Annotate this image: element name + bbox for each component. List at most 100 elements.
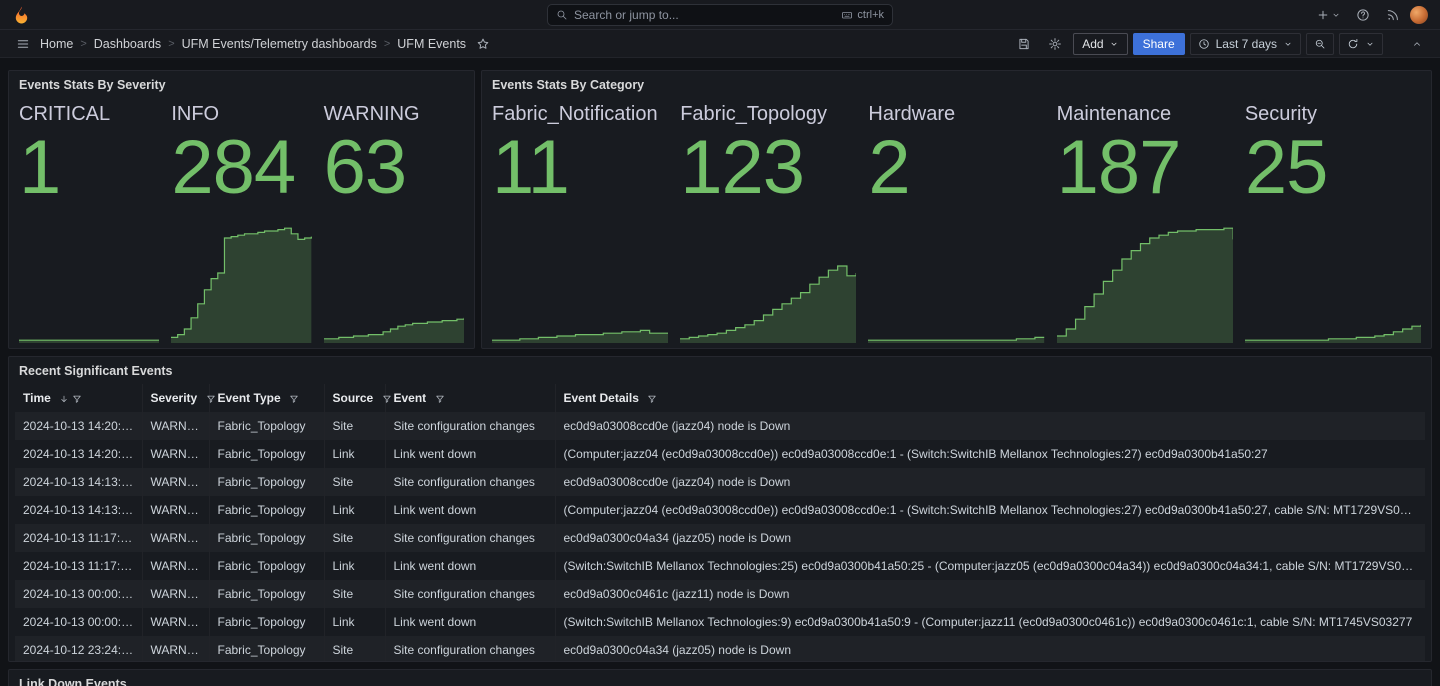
stat-label: Maintenance <box>1057 103 1233 126</box>
column-header-event-details[interactable]: Event Details <box>555 384 1425 412</box>
breadcrumb-home[interactable]: Home <box>40 37 73 51</box>
filter-icon[interactable] <box>647 394 657 404</box>
column-header-severity[interactable]: Severity <box>142 384 209 412</box>
stat-sparkline <box>1245 203 1421 343</box>
user-avatar[interactable] <box>1410 6 1428 24</box>
table-header-row: Time Severity Event Type <box>15 384 1425 412</box>
panel-title[interactable]: Link Down Events <box>9 670 137 686</box>
breadcrumb-current[interactable]: UFM Events <box>397 37 466 51</box>
cell-severity: WARNING <box>142 580 209 608</box>
severity-stats: CRITICAL 1 INFO 284 WARNING 63 <box>9 96 474 347</box>
search-shortcut: ctrl+k <box>841 9 884 21</box>
breadcrumb-separator: > <box>168 38 174 50</box>
collapse-toolbar-button[interactable] <box>1404 32 1430 56</box>
breadcrumb-separator: > <box>80 38 86 50</box>
refresh-button[interactable] <box>1339 33 1383 55</box>
cell-source: Link <box>324 552 385 580</box>
cell-time: 2024-10-13 00:00:32 <box>15 608 142 636</box>
cell-severity: WARNING <box>142 608 209 636</box>
cell-time: 2024-10-13 11:17:39 <box>15 524 142 552</box>
table-row[interactable]: 2024-10-13 14:13:42 WARNING Fabric_Topol… <box>15 468 1425 496</box>
cell-event-type: Fabric_Topology <box>209 608 324 636</box>
chevron-down-icon <box>1331 10 1341 20</box>
stat-label: CRITICAL <box>19 103 159 126</box>
table-row[interactable]: 2024-10-13 14:20:42 WARNING Fabric_Topol… <box>15 440 1425 468</box>
dashboard-settings-button[interactable] <box>1042 32 1068 56</box>
hamburger-icon <box>16 37 30 51</box>
mega-menu-button[interactable] <box>10 32 36 56</box>
gear-icon <box>1048 37 1062 51</box>
column-header-time[interactable]: Time <box>15 384 142 412</box>
zoom-out-time-button[interactable] <box>1306 33 1334 55</box>
grafana-flame-icon <box>12 5 31 24</box>
column-header-event-type[interactable]: Event Type <box>209 384 324 412</box>
column-header-event[interactable]: Event <box>385 384 555 412</box>
events-table-body: 2024-10-13 14:20:42 WARNING Fabric_Topol… <box>15 412 1425 662</box>
favorite-dashboard-button[interactable] <box>470 32 496 56</box>
time-range-picker[interactable]: Last 7 days <box>1190 33 1301 55</box>
cell-event: Link went down <box>385 552 555 580</box>
share-button[interactable]: Share <box>1133 33 1185 55</box>
column-header-source[interactable]: Source <box>324 384 385 412</box>
table-row[interactable]: 2024-10-12 23:24:32 WARNING Fabric_Topol… <box>15 636 1425 662</box>
new-menu-button[interactable] <box>1310 3 1346 27</box>
table-row[interactable]: 2024-10-13 00:00:32 WARNING Fabric_Topol… <box>15 580 1425 608</box>
cell-severity: WARNING <box>142 636 209 662</box>
cell-event-details: ec0d9a0300c04a34 (jazz05) node is Down <box>555 524 1425 552</box>
search-field[interactable] <box>574 8 835 22</box>
add-button[interactable]: Add <box>1073 33 1127 55</box>
cell-event-type: Fabric_Topology <box>209 468 324 496</box>
filter-icon[interactable] <box>435 394 445 404</box>
panel-title[interactable]: Recent Significant Events <box>9 357 183 382</box>
cell-time: 2024-10-13 14:20:42 <box>15 412 142 440</box>
cell-severity: WARNING <box>142 412 209 440</box>
stat-label: Fabric_Notification <box>492 103 668 126</box>
filter-icon[interactable] <box>72 394 82 404</box>
panel-title[interactable]: Events Stats By Severity <box>9 71 176 96</box>
help-button[interactable] <box>1350 3 1376 27</box>
stat-maintenance: Maintenance 187 <box>1057 96 1233 347</box>
time-range-label: Last 7 days <box>1216 37 1277 51</box>
table-row[interactable]: 2024-10-13 11:17:39 WARNING Fabric_Topol… <box>15 552 1425 580</box>
cell-severity: WARNING <box>142 524 209 552</box>
sort-descending-icon[interactable] <box>59 394 69 404</box>
cell-time: 2024-10-12 23:24:32 <box>15 636 142 662</box>
cell-event: Site configuration changes <box>385 580 555 608</box>
table-row[interactable]: 2024-10-13 11:17:39 WARNING Fabric_Topol… <box>15 524 1425 552</box>
cell-source: Site <box>324 468 385 496</box>
panel-title[interactable]: Events Stats By Category <box>482 71 654 96</box>
panel-link-down-events: Link Down Events <box>8 669 1432 686</box>
stat-value: 1 <box>19 130 159 206</box>
cell-time: 2024-10-13 14:20:42 <box>15 440 142 468</box>
table-row[interactable]: 2024-10-13 00:00:32 WARNING Fabric_Topol… <box>15 608 1425 636</box>
breadcrumb-folder[interactable]: UFM Events/Telemetry dashboards <box>182 37 377 51</box>
chevron-down-icon <box>1283 39 1293 49</box>
search-input[interactable]: ctrl+k <box>547 4 893 26</box>
cell-severity: WARNING <box>142 440 209 468</box>
save-dashboard-button[interactable] <box>1011 32 1037 56</box>
cell-event: Link went down <box>385 496 555 524</box>
filter-icon[interactable] <box>382 394 392 404</box>
news-button[interactable] <box>1380 3 1406 27</box>
rss-icon <box>1386 8 1400 22</box>
table-row[interactable]: 2024-10-13 14:13:42 WARNING Fabric_Topol… <box>15 496 1425 524</box>
cell-event: Link went down <box>385 440 555 468</box>
panel-events-stats-by-severity: Events Stats By Severity CRITICAL 1 INFO… <box>8 70 475 349</box>
filter-icon[interactable] <box>206 394 216 404</box>
stat-sparkline <box>1057 203 1233 343</box>
stat-value: 25 <box>1245 130 1421 206</box>
grafana-logo[interactable] <box>12 5 32 25</box>
table-row[interactable]: 2024-10-13 14:20:42 WARNING Fabric_Topol… <box>15 412 1425 440</box>
cell-time: 2024-10-13 11:17:39 <box>15 552 142 580</box>
cell-event: Link went down <box>385 608 555 636</box>
cell-event-details: (Switch:SwitchIB Mellanox Technologies:2… <box>555 552 1425 580</box>
cell-time: 2024-10-13 14:13:42 <box>15 496 142 524</box>
cell-source: Link <box>324 608 385 636</box>
stat-label: Fabric_Topology <box>680 103 856 126</box>
chevron-down-icon <box>1109 39 1119 49</box>
cell-event-type: Fabric_Topology <box>209 552 324 580</box>
breadcrumb-dashboards[interactable]: Dashboards <box>94 37 161 51</box>
filter-icon[interactable] <box>289 394 299 404</box>
cell-source: Link <box>324 496 385 524</box>
stat-warning: WARNING 63 <box>324 96 464 347</box>
